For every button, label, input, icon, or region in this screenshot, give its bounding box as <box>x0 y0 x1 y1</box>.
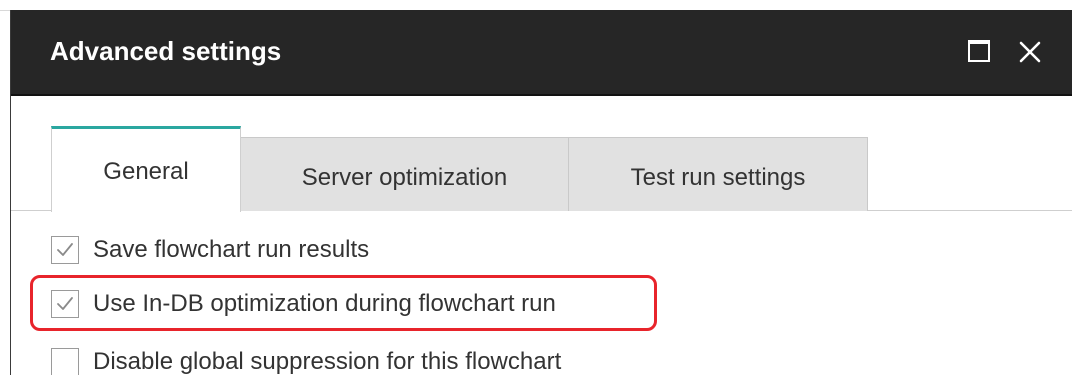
checkmark-icon <box>57 243 73 256</box>
tab-server-optimization-label: Server optimization <box>301 164 508 191</box>
screenshot-frame: Advanced settings General Server optimiz… <box>0 0 1072 375</box>
maximize-icon <box>968 40 990 62</box>
close-button[interactable] <box>1016 38 1044 66</box>
general-options-panel: Save flowchart run results Use In-DB opt… <box>11 211 1072 375</box>
tab-test-run-settings[interactable]: Test run settings <box>568 137 868 211</box>
tab-server-optimization[interactable]: Server optimization <box>240 137 569 211</box>
option-use-in-db-optimization: Use In-DB optimization during flowchart … <box>51 287 556 321</box>
option-label: Save flowchart run results <box>93 236 370 263</box>
tab-general-label: General <box>103 158 189 185</box>
close-icon <box>1019 41 1041 63</box>
checkmark-icon <box>57 297 73 310</box>
option-save-flowchart-run-results: Save flowchart run results <box>51 233 369 267</box>
maximize-button[interactable] <box>968 40 990 62</box>
option-label: Disable global suppression for this flow… <box>93 348 562 375</box>
tab-general[interactable]: General <box>51 126 241 212</box>
tab-test-run-settings-label: Test run settings <box>630 164 806 191</box>
advanced-settings-dialog: Advanced settings General Server optimiz… <box>10 10 1072 375</box>
settings-tabstrip: General Server optimization Test run set… <box>11 96 1072 212</box>
dialog-title: Advanced settings <box>50 36 282 66</box>
save-run-results-checkbox[interactable] <box>51 236 79 264</box>
option-disable-global-suppression: Disable global suppression for this flow… <box>51 345 561 375</box>
option-label: Use In-DB optimization during flowchart … <box>93 290 556 317</box>
dialog-titlebar: Advanced settings <box>11 10 1072 96</box>
in-db-optimization-checkbox[interactable] <box>51 290 79 318</box>
disable-global-suppression-checkbox[interactable] <box>51 348 79 375</box>
